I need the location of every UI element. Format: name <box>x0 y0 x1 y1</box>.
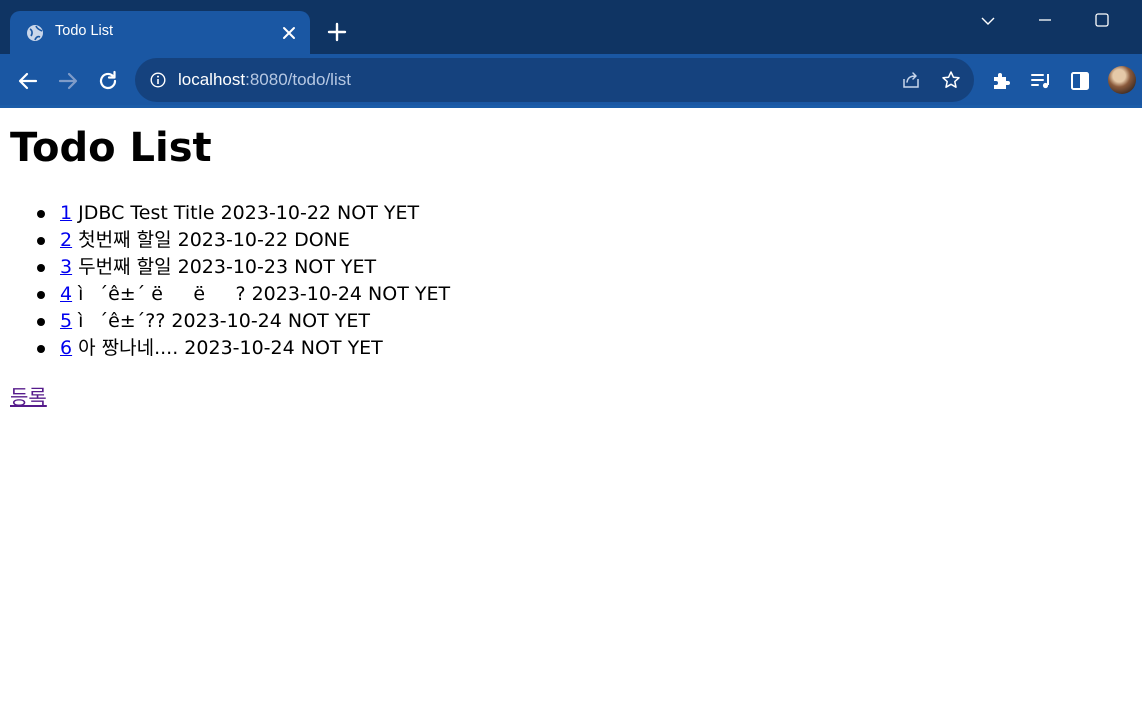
list-item: 5 ì´ê±´?? 2023-10-24 NOT YET <box>36 308 450 335</box>
plus-icon[interactable] <box>327 22 347 42</box>
todo-link[interactable]: 4 <box>60 283 72 305</box>
toolbar: localhost:8080/todo/list <box>0 54 1142 108</box>
maximize-icon[interactable] <box>1091 10 1113 32</box>
back-icon[interactable] <box>15 68 41 94</box>
side-panel-icon[interactable] <box>1067 68 1093 94</box>
list-item: 4 ì´ê±´ ëë? 2023-10-24 NOT YET <box>36 281 451 308</box>
todo-text: 두번째 할일 2023-10-23 NOT YET <box>78 256 377 278</box>
list-item: 1 JDBC Test Title 2023-10-22 NOT YET <box>36 200 450 227</box>
info-icon[interactable] <box>150 72 166 88</box>
media-icon[interactable] <box>1028 68 1054 94</box>
register-link[interactable]: 등록 <box>10 381 47 410</box>
tab-todo-list[interactable]: Todo List <box>10 11 310 54</box>
todo-link[interactable]: 5 <box>60 310 72 332</box>
todo-link[interactable]: 3 <box>60 256 72 278</box>
reload-icon[interactable] <box>95 68 121 94</box>
todo-text: ì´ê±´?? 2023-10-24 NOT YET <box>78 310 370 332</box>
url-path: :8080/todo/list <box>245 70 351 89</box>
extensions-icon[interactable] <box>989 68 1015 94</box>
url-host: localhost <box>178 70 246 89</box>
page-content: Todo List 1 JDBC Test Title 2023-10-22 N… <box>0 108 1142 714</box>
todo-text: 첫번째 할일 2023-10-22 DONE <box>78 229 350 251</box>
todo-text: JDBC Test Title 2023-10-22 NOT YET <box>78 202 420 224</box>
forward-icon[interactable] <box>55 68 81 94</box>
chevron-down-icon[interactable] <box>977 10 999 32</box>
todo-text: 아 짱나네.... 2023-10-24 NOT YET <box>78 337 383 359</box>
todo-text: ì´ê±´ ëë? 2023-10-24 NOT YET <box>78 283 451 305</box>
todo-link[interactable]: 6 <box>60 337 72 359</box>
close-icon[interactable] <box>280 24 298 42</box>
list-item: 6 아 짱나네.... 2023-10-24 NOT YET <box>36 335 450 362</box>
star-icon[interactable] <box>941 70 961 90</box>
todo-list: 1 JDBC Test Title 2023-10-22 NOT YET 2 첫… <box>0 200 450 362</box>
address-bar[interactable]: localhost:8080/todo/list <box>135 58 974 102</box>
list-item: 3 두번째 할일 2023-10-23 NOT YET <box>36 254 450 281</box>
tab-strip: Todo List <box>0 0 1142 54</box>
todo-link[interactable]: 2 <box>60 229 72 251</box>
page-title: Todo List <box>10 125 212 171</box>
tab-title: Todo List <box>55 23 114 39</box>
todo-link[interactable]: 1 <box>60 202 72 224</box>
browser-chrome: Todo List localhost:8080/todo/list <box>0 0 1142 108</box>
url-text[interactable]: localhost:8080/todo/list <box>178 70 351 90</box>
list-item: 2 첫번째 할일 2023-10-22 DONE <box>36 227 450 254</box>
avatar[interactable] <box>1108 66 1136 94</box>
share-icon[interactable] <box>901 70 921 90</box>
minimize-icon[interactable] <box>1034 10 1056 32</box>
globe-icon <box>27 25 43 41</box>
